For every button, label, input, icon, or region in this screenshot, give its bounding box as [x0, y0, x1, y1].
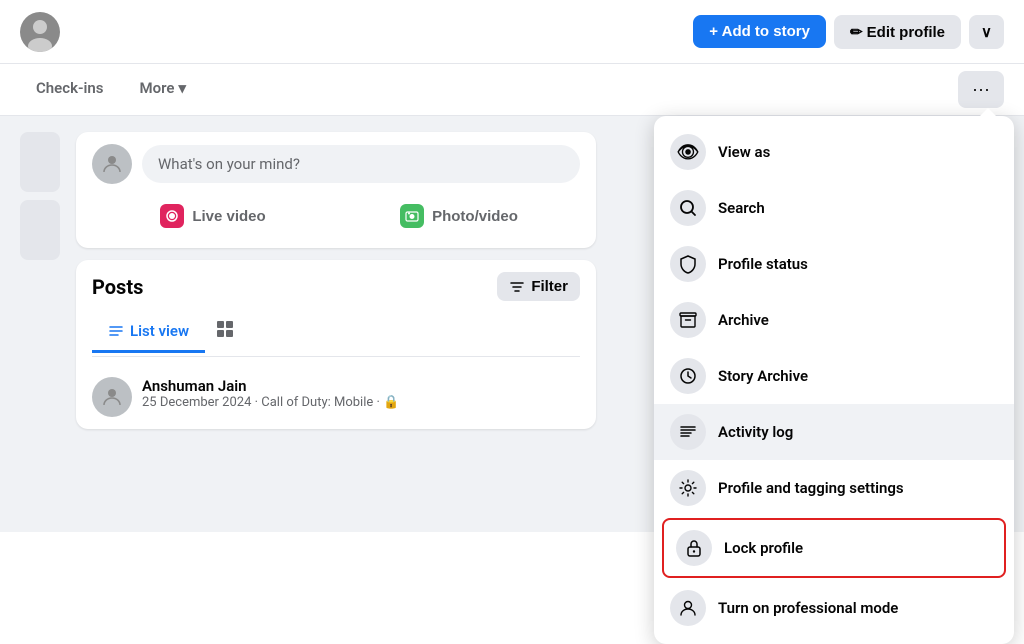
tab-checkins[interactable]: Check-ins [20, 67, 119, 112]
live-video-button[interactable]: Live video [92, 196, 334, 236]
sidebar-left [20, 132, 60, 516]
menu-label-archive: Archive [718, 311, 769, 329]
grid-view-tab[interactable] [205, 309, 245, 356]
professional-icon [670, 590, 706, 626]
photo-video-button[interactable]: Photo/video [338, 196, 580, 236]
center-content: What's on your mind? Live video [76, 132, 596, 516]
header-bar: + Add to story ✏ Edit profile ∨ [0, 0, 1024, 64]
user-name: Anshuman Jain [142, 377, 399, 395]
settings-icon [670, 470, 706, 506]
menu-item-search[interactable]: Search [654, 180, 1014, 236]
post-user-info: Anshuman Jain 25 December 2024 · Call of… [142, 377, 399, 410]
filter-icon [509, 279, 525, 295]
add-to-story-button[interactable]: + Add to story [693, 15, 826, 48]
shield-icon [670, 246, 706, 282]
menu-label-profile-tagging: Profile and tagging settings [718, 479, 904, 497]
edit-profile-button[interactable]: ✏ Edit profile [834, 15, 961, 49]
lock-icon [676, 530, 712, 566]
view-tabs: List view [92, 309, 580, 357]
nav-tabs: Check-ins More ▾ ··· [0, 64, 1024, 116]
photo-video-label: Photo/video [432, 208, 518, 225]
menu-label-lock-profile: Lock profile [724, 539, 803, 557]
menu-item-profile-status[interactable]: Profile status [654, 236, 1014, 292]
clock-icon [670, 358, 706, 394]
filter-label: Filter [531, 278, 568, 295]
post-box: What's on your mind? Live video [76, 132, 596, 248]
main-content: What's on your mind? Live video [0, 116, 1024, 532]
post-input-row: What's on your mind? [92, 144, 580, 184]
menu-item-archive[interactable]: Archive [654, 292, 1014, 348]
photo-video-icon [400, 204, 424, 228]
post-user-avatar [92, 377, 132, 417]
header-actions: + Add to story ✏ Edit profile ∨ [693, 15, 1004, 49]
menu-label-professional-mode: Turn on professional mode [718, 599, 898, 617]
avatar [20, 12, 60, 52]
menu-label-view-as: View as [718, 143, 770, 161]
menu-label-profile-status: Profile status [718, 255, 808, 273]
post-meta: 25 December 2024 · Call of Duty: Mobile … [142, 395, 399, 410]
posts-title: Posts [92, 275, 143, 299]
search-icon [670, 190, 706, 226]
menu-item-profile-tagging[interactable]: Profile and tagging settings [654, 460, 1014, 516]
live-video-icon [160, 204, 184, 228]
nav-tabs-left: Check-ins More ▾ [20, 67, 202, 112]
dropdown-arrow [980, 108, 996, 116]
post-avatar [92, 144, 132, 184]
menu-item-story-archive[interactable]: Story Archive [654, 348, 1014, 404]
menu-item-view-as[interactable]: 👁 View as [654, 124, 1014, 180]
chevron-down-icon: ∨ [981, 24, 992, 41]
chevron-down-icon: ▾ [178, 79, 186, 97]
menu-item-lock-profile[interactable]: Lock profile [662, 518, 1006, 578]
live-video-label: Live video [192, 208, 265, 225]
menu-item-activity-log[interactable]: Activity log [654, 404, 1014, 460]
posts-header: Posts Filter [92, 272, 580, 301]
list-view-label: List view [130, 322, 189, 340]
list-view-icon [108, 323, 124, 339]
header-left [20, 12, 60, 52]
header-dropdown-button[interactable]: ∨ [969, 15, 1004, 49]
archive-icon [670, 302, 706, 338]
post-actions-row: Live video Photo/video [92, 196, 580, 236]
menu-item-professional-mode[interactable]: Turn on professional mode [654, 580, 1014, 636]
menu-label-search: Search [718, 199, 765, 217]
dropdown-menu: 👁 View as Search Profile status [654, 116, 1014, 644]
menu-label-story-archive: Story Archive [718, 367, 808, 385]
eye-icon: 👁 [670, 134, 706, 170]
activity-log-icon [670, 414, 706, 450]
list-view-tab[interactable]: List view [92, 312, 205, 353]
sidebar-item [20, 132, 60, 192]
tab-more[interactable]: More ▾ [123, 67, 201, 112]
post-item: Anshuman Jain 25 December 2024 · Call of… [92, 369, 580, 417]
three-dots-button[interactable]: ··· [958, 71, 1004, 108]
filter-button[interactable]: Filter [497, 272, 580, 301]
sidebar-item [20, 200, 60, 260]
grid-view-icon [215, 319, 235, 339]
post-input-field[interactable]: What's on your mind? [142, 145, 580, 183]
menu-label-activity-log: Activity log [718, 423, 793, 441]
posts-section: Posts Filter List view [76, 260, 596, 429]
tab-more-label: More [139, 79, 174, 97]
